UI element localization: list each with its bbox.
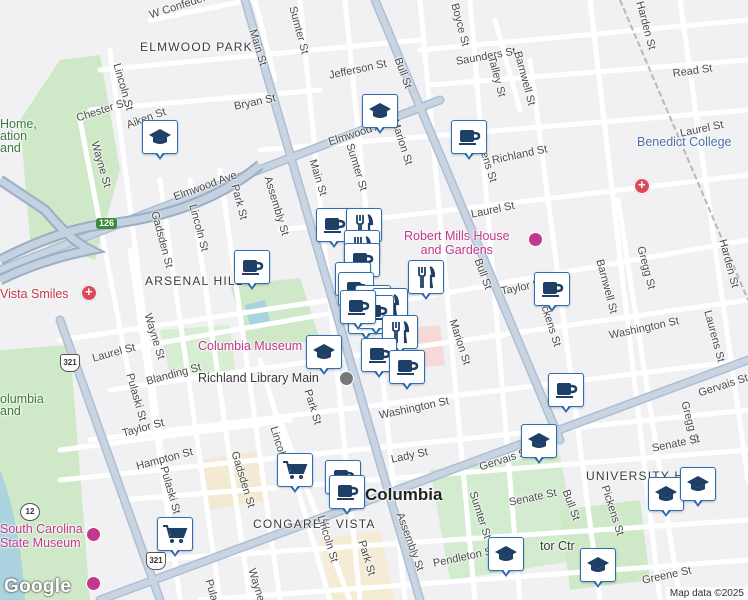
cafe-marker[interactable] [234,250,270,292]
coffee-cup-icon [548,373,584,407]
poi-label-columbia-museum[interactable]: Columbia Museum [198,339,302,353]
coffee-cup-icon [329,475,365,509]
poi-label-home: Home, ation and [0,117,37,155]
state-museum-pin-icon[interactable] [86,527,101,542]
cafe-marker[interactable] [548,373,584,415]
area-label-arsenal-hill: ARSENAL HILL [145,274,244,288]
school-icon [580,548,616,582]
hospital-pin-icon[interactable] [634,177,650,194]
school-marker[interactable] [306,335,342,377]
city-label: Columbia [365,485,443,504]
cafe-marker[interactable] [389,350,425,392]
shopping-cart-icon [277,453,313,487]
school-icon [362,94,398,128]
map-attribution[interactable]: Map data ©2025 [665,587,748,600]
dental-pin-icon[interactable] [81,284,97,301]
grocery-marker[interactable] [157,517,193,559]
coffee-cup-icon [451,120,487,154]
school-marker[interactable] [580,548,616,590]
coffee-cup-icon [234,250,270,284]
school-marker[interactable] [362,94,398,136]
cafe-marker[interactable] [340,290,376,332]
school-icon [488,537,524,571]
school-icon [680,467,716,501]
cafe-marker[interactable] [534,272,570,314]
poi-label-robert-mills[interactable]: Robert Mills House and Gardens [404,229,510,257]
school-icon [306,335,342,369]
museum-pin-icon[interactable] [528,232,543,247]
highway-shield-126: 126 [96,218,118,229]
coffee-cup-icon [340,290,376,324]
restaurant-marker[interactable] [408,260,444,302]
cafe-marker[interactable] [329,475,365,517]
area-label-elmwood-park: ELMWOOD PARK [140,40,253,54]
poi-label-richland-library[interactable]: Richland Library Main [198,372,319,385]
google-logo: Google [4,576,72,597]
map-canvas[interactable]: ELMWOOD PARK ARSENAL HILL CONGAREE VISTA… [0,0,748,600]
shopping-cart-icon [157,517,193,551]
school-icon [142,120,178,154]
coffee-cup-icon [389,350,425,384]
grocery-marker[interactable] [277,453,313,495]
school-icon [648,477,684,511]
museum-pin-2-icon[interactable] [86,576,101,591]
school-marker[interactable] [648,477,684,519]
poi-label-vista-smiles[interactable]: Vista Smiles [0,287,69,301]
state-route-shield: 12 [20,503,40,521]
school-marker[interactable] [521,424,557,466]
school-marker[interactable] [488,537,524,579]
school-marker[interactable] [142,120,178,162]
poi-label-center[interactable]: tor Ctr [540,540,575,553]
poi-label-sc-state-museum[interactable]: South Carolina State Museum [0,522,83,550]
poi-label-columbia-land: olumbia and [0,392,44,418]
us-route-shield: 321 [60,354,80,372]
fork-knife-icon [408,260,444,294]
cafe-marker[interactable] [451,120,487,162]
coffee-cup-icon [534,272,570,306]
school-marker[interactable] [680,467,716,509]
school-icon [521,424,557,458]
